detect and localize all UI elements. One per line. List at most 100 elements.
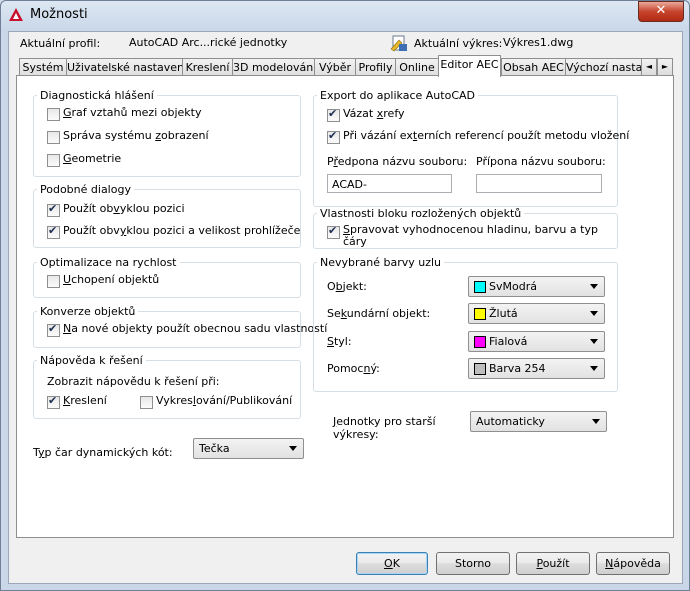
diag-checkbox-label-2[interactable]: Geometrie [63, 152, 121, 165]
diag-checkbox-2[interactable] [47, 154, 60, 167]
label-text: Vázat [343, 107, 377, 120]
ok-button[interactable]: OK [356, 552, 428, 575]
solution-help-subtitle: Zobrazit nápovědu k řešení při: [47, 375, 220, 388]
chevron-down-icon [590, 339, 598, 344]
label-text: undární objekt: [346, 307, 431, 320]
tab-2[interactable]: Kreslení [182, 58, 233, 76]
label-text: Pomoc [327, 362, 364, 375]
similar-checkbox-label-1[interactable]: Použít obvyklou pozici a velikost prohlí… [63, 224, 300, 237]
label-mnemonic: b [335, 280, 343, 293]
label-text: K [392, 557, 400, 570]
tab-scroll-left-button[interactable]: ◄ [641, 58, 657, 76]
export-checkbox-1[interactable] [327, 129, 340, 144]
solution-help-group-title: Nápověda k řešení [37, 354, 146, 367]
color-value: Barva 254 [489, 362, 546, 375]
label-mnemonic: U [63, 273, 72, 286]
similar-dialogs-group [33, 189, 301, 248]
label-text: reslení [70, 394, 107, 407]
label-mnemonic: N [63, 322, 72, 335]
title-bar: Možnosti ✕ [0, 0, 688, 30]
label-text: O [327, 280, 336, 293]
label-mnemonic: G [63, 152, 72, 165]
help-checkbox-1[interactable] [140, 396, 153, 409]
label-text: Použít ob [63, 202, 114, 215]
label-text: obrazení [161, 129, 209, 142]
tab-6[interactable]: Online [395, 58, 439, 76]
color-row-label-3: Pomocný: [327, 362, 380, 375]
node-colors-group-title: Nevybrané barvy uzlu [317, 256, 445, 269]
chevron-down-icon [590, 311, 598, 316]
autocad-logo-icon [9, 8, 23, 21]
label-mnemonic: S [327, 335, 334, 348]
close-button[interactable]: ✕ [638, 1, 684, 22]
conversion-group-title: Konverze objektů [37, 305, 139, 318]
tab-4[interactable]: Výběr [314, 58, 356, 76]
drawing-label: Aktuální výkres: [414, 37, 503, 50]
tab-scroll-right-button[interactable]: ► [657, 58, 673, 76]
color-combo-1[interactable]: Žlutá [468, 303, 605, 324]
label-text: Správa systému [63, 129, 156, 142]
color-swatch [474, 308, 486, 320]
help-checkbox-0[interactable] [47, 394, 60, 409]
color-combo-2[interactable]: Fialová [468, 331, 605, 352]
block-checkbox-label-0[interactable]: Spravovat vyhodnocenou hladinu, barvu a … [343, 224, 605, 248]
export-checkbox-label-0[interactable]: Vázat xrefy [343, 107, 405, 120]
color-combo-0[interactable]: SvModrá [468, 276, 605, 297]
prefix-input[interactable]: ACAD- [327, 174, 452, 193]
optimization-group-title: Optimalizace na rychlost [37, 256, 180, 269]
help-checkbox-label-0[interactable]: Kreslení [63, 394, 107, 407]
tab-1[interactable]: Uživatelské nastavení [66, 58, 183, 76]
diag-checkbox-label-1[interactable]: Správa systému zobrazení [63, 129, 209, 142]
label-text: yklou pozici [119, 202, 185, 215]
color-combo-3[interactable]: Barva 254 [468, 358, 605, 379]
optim-checkbox-0[interactable] [47, 275, 60, 288]
color-swatch [474, 363, 486, 375]
similar-checkbox-label-0[interactable]: Použít obvyklou pozici [63, 202, 185, 215]
label-text: ý: [370, 362, 380, 375]
dimension-line-type-label: Typ čar dynamických kót: [33, 446, 173, 459]
diag-checkbox-label-0[interactable]: Graf vztahů mezi objekty [63, 106, 201, 119]
drawing-file-icon [390, 35, 407, 52]
help-checkbox-label-1[interactable]: Vykreslování/Publikování [156, 394, 292, 407]
apply-button[interactable]: Použít [516, 552, 590, 575]
tab-9[interactable]: Výchozí nastavení [565, 58, 647, 76]
diag-checkbox-1[interactable] [47, 131, 60, 144]
help-button[interactable]: Nápověda [596, 552, 670, 575]
color-value: Fialová [489, 335, 528, 348]
cancel-button[interactable]: Storno [436, 552, 510, 575]
label-text: Použít obv [63, 224, 120, 237]
suffix-input[interactable] [476, 174, 602, 193]
close-icon: ✕ [655, 3, 667, 18]
prefix-label: Předpona názvu souboru: [327, 155, 468, 168]
tab-7[interactable]: Editor AEC [438, 55, 501, 77]
tab-0[interactable]: Systém [19, 58, 67, 76]
label-text: klou pozici a velikost prohlížeče [126, 224, 301, 237]
color-row-label-1: Sekundární objekt: [327, 307, 430, 320]
export-checkbox-0[interactable] [327, 107, 340, 122]
block-properties-group-title: Vlastnosti bloku rozložených objektů [317, 207, 525, 220]
label-text: Se [327, 307, 341, 320]
similar-checkbox-0[interactable] [47, 202, 60, 217]
label-text: ápověda [613, 557, 661, 570]
convert-checkbox-label-0[interactable]: Na nové objekty použít obecnou sadu vlas… [63, 322, 327, 335]
dimension-line-type-combo[interactable]: Tečka [193, 438, 304, 459]
export-checkbox-label-1[interactable]: Při vázání externích referencí použít me… [343, 129, 629, 142]
drawing-value: Výkres1.dwg [503, 36, 574, 49]
tab-3[interactable]: 3D modelování [232, 58, 315, 76]
chevron-down-icon [289, 446, 297, 451]
color-row-label-2: Styl: [327, 335, 352, 348]
diag-checkbox-0[interactable] [47, 108, 60, 121]
similar-checkbox-1[interactable] [47, 224, 60, 239]
tab-5[interactable]: Profily [355, 58, 396, 76]
tab-8[interactable]: Obsah AEC [501, 58, 566, 76]
label-text: jekt: [342, 280, 367, 293]
solution-help-group [33, 360, 301, 419]
label-text: erních referencí použít metodu vložení [417, 129, 630, 142]
block-checkbox-0[interactable] [327, 224, 340, 239]
color-value: Žlutá [489, 307, 518, 320]
legacy-units-combo[interactable]: Automaticky [470, 411, 607, 432]
convert-checkbox-0[interactable] [47, 322, 60, 337]
label-text: Vykres [156, 394, 193, 407]
optim-checkbox-label-0[interactable]: Uchopení objektů [63, 273, 159, 286]
legacy-units-label: Jednotky pro starší výkresy: [333, 415, 436, 441]
